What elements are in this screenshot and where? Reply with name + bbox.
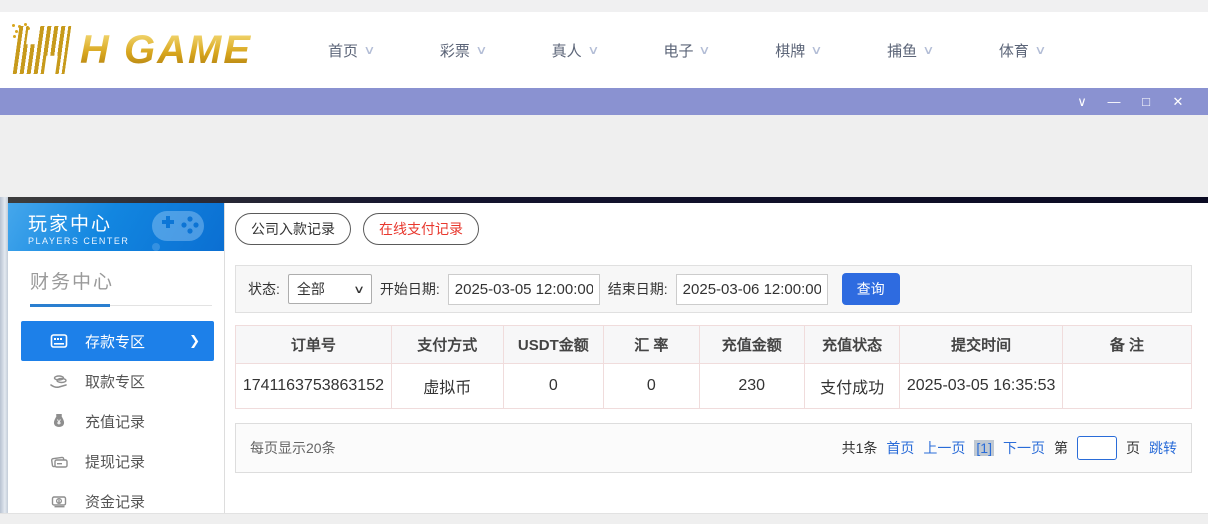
col-submit-time: 提交时间	[899, 325, 1063, 364]
status-select[interactable]: 全部 ∨	[287, 274, 372, 304]
chevron-down-icon: ∨	[475, 43, 488, 57]
section-divider	[30, 304, 222, 307]
page-size-text: 每页显示20条	[250, 440, 336, 456]
first-page-link[interactable]: 首页	[886, 438, 914, 458]
sidebar-item-withdraw-zone[interactable]: 取款专区	[21, 361, 214, 401]
sidebar-item-label: 充值记录	[85, 413, 146, 431]
col-remark: 备 注	[1061, 325, 1193, 364]
prev-page-link[interactable]: 上一页	[923, 438, 965, 458]
col-recharge-amount: 充值金额	[698, 325, 805, 364]
goto-page-suffix: 页	[1126, 440, 1140, 456]
table-header-row: 订单号 支付方式 USDT金额 汇 率 充值金额 充值状态 提交时间 备 注	[235, 325, 1193, 364]
col-recharge-status: 充值状态	[803, 325, 901, 364]
nav-item-slots[interactable]: 电子 ∨	[663, 40, 712, 61]
spacer	[0, 115, 1208, 197]
window-dropdown-icon[interactable]: ∨	[1066, 88, 1098, 115]
svg-text:¥: ¥	[57, 420, 61, 427]
sidebar-banner: 玩家中心 PLAYERS CENTER	[8, 203, 224, 251]
sidebar-item-funds-records[interactable]: ¥ 资金记录	[21, 481, 214, 521]
cell-order-id: 1741163753863152	[235, 363, 392, 409]
site-header: H GAME 首页 ∨ 彩票 ∨ 真人 ∨ 电子 ∨ 棋牌 ∨ 捕鱼 ∨ 体育 …	[0, 12, 1208, 88]
pagination-bar: 每页显示20条 共1条 首页 上一页 [1] 下一页 第 页 跳转	[235, 423, 1192, 473]
tab-company-deposit-records[interactable]: 公司入款记录	[235, 213, 351, 245]
left-edge-strip	[0, 197, 8, 513]
cell-exchange-rate: 0	[603, 363, 700, 409]
cell-recharge-status: 支付成功	[803, 363, 901, 409]
end-date-input[interactable]	[675, 273, 828, 305]
chevron-down-icon: ∨	[1034, 43, 1047, 57]
goto-page-input[interactable]	[1077, 436, 1117, 460]
chevron-down-icon: ∨	[698, 43, 712, 57]
nav-item-cards[interactable]: 棋牌 ∨	[775, 40, 823, 61]
sidebar-item-label: 取款专区	[85, 373, 146, 391]
wallet-cards-icon	[49, 451, 69, 471]
main-nav: 首页 ∨ 彩票 ∨ 真人 ∨ 电子 ∨ 棋牌 ∨ 捕鱼 ∨ 体育 ∨	[328, 40, 1047, 61]
nav-item-fishing[interactable]: 捕鱼 ∨	[887, 40, 935, 61]
nav-item-home[interactable]: 首页 ∨	[328, 40, 376, 61]
chevron-down-icon: ∨	[810, 43, 823, 57]
hand-coins-icon	[49, 371, 69, 391]
records-table: 订单号 支付方式 USDT金额 汇 率 充值金额 充值状态 提交时间 备 注 1…	[235, 325, 1193, 409]
sidebar-item-deposit-zone[interactable]: 存款专区 ❯	[21, 321, 214, 361]
col-payment-method: 支付方式	[390, 325, 504, 364]
cell-usdt-amount: 0	[502, 363, 605, 409]
main-panel: 公司入款记录 在线支付记录 状态: 全部 ∨ 开始日期: 结束日期: 查询 订单…	[225, 203, 1208, 513]
logo-mark-icon	[10, 24, 74, 76]
sidebar-item-recharge-records[interactable]: ¥ 充值记录	[21, 401, 214, 441]
window-minimize-icon[interactable]: —	[1098, 88, 1130, 115]
tab-online-payment-records[interactable]: 在线支付记录	[363, 213, 479, 245]
chevron-down-icon: ∨	[352, 283, 365, 296]
gamepad-icon	[152, 211, 204, 251]
deposit-card-icon	[49, 331, 69, 351]
start-date-input[interactable]	[447, 273, 600, 305]
cell-recharge-amount: 230	[698, 363, 805, 409]
filter-bar: 状态: 全部 ∨ 开始日期: 结束日期: 查询	[235, 265, 1192, 313]
top-strip	[0, 0, 1208, 12]
banknotes-icon: ¥	[49, 491, 69, 511]
goto-page-prefix: 第	[1054, 440, 1068, 456]
window-titlebar: ∨ — □ ✕	[0, 88, 1208, 115]
chevron-down-icon: ∨	[922, 43, 935, 57]
status-select-value: 全部	[296, 281, 325, 297]
col-order-id: 订单号	[235, 325, 392, 364]
window-close-icon[interactable]: ✕	[1162, 88, 1194, 115]
cell-remark	[1061, 363, 1193, 409]
query-button[interactable]: 查询	[841, 273, 900, 305]
goto-page-button[interactable]: 跳转	[1149, 438, 1177, 458]
window-maximize-icon[interactable]: □	[1130, 88, 1162, 115]
sidebar-item-withdrawal-records[interactable]: 提现记录	[21, 441, 214, 481]
nav-item-sports[interactable]: 体育 ∨	[999, 40, 1047, 61]
cell-payment-method: 虚拟币	[390, 363, 504, 409]
end-date-label: 结束日期:	[607, 281, 668, 297]
chevron-down-icon: ∨	[586, 43, 600, 57]
status-label: 状态:	[248, 281, 280, 297]
chevron-right-icon: ❯	[189, 333, 200, 348]
col-exchange-rate: 汇 率	[603, 325, 700, 364]
money-bag-icon: ¥	[49, 411, 69, 431]
chevron-down-icon: ∨	[363, 43, 376, 57]
current-page-indicator: [1]	[974, 440, 994, 456]
sidebar-item-label: 资金记录	[85, 493, 146, 511]
nav-item-lottery[interactable]: 彩票 ∨	[440, 40, 488, 61]
sidebar-section-title: 财务中心	[30, 272, 115, 293]
table-row: 1741163753863152 虚拟币 0 0 230 支付成功 2025-0…	[235, 363, 1193, 409]
nav-item-live[interactable]: 真人 ∨	[552, 40, 600, 61]
logo-text: H GAME	[80, 27, 252, 72]
logo[interactable]: H GAME	[10, 24, 280, 76]
sidebar-item-label: 提现记录	[85, 453, 146, 471]
record-tabs: 公司入款记录 在线支付记录	[235, 213, 1192, 245]
total-count: 共1条	[841, 440, 878, 456]
next-page-link[interactable]: 下一页	[1003, 438, 1045, 458]
sidebar-item-label: 存款专区	[85, 333, 146, 351]
cell-submit-time: 2025-03-05 16:35:53	[899, 363, 1063, 409]
sidebar: 玩家中心 PLAYERS CENTER 财务中心 存款专区 ❯ 取款专区 ¥ 充…	[8, 203, 225, 513]
start-date-label: 开始日期:	[379, 281, 440, 297]
col-usdt-amount: USDT金额	[502, 325, 605, 364]
